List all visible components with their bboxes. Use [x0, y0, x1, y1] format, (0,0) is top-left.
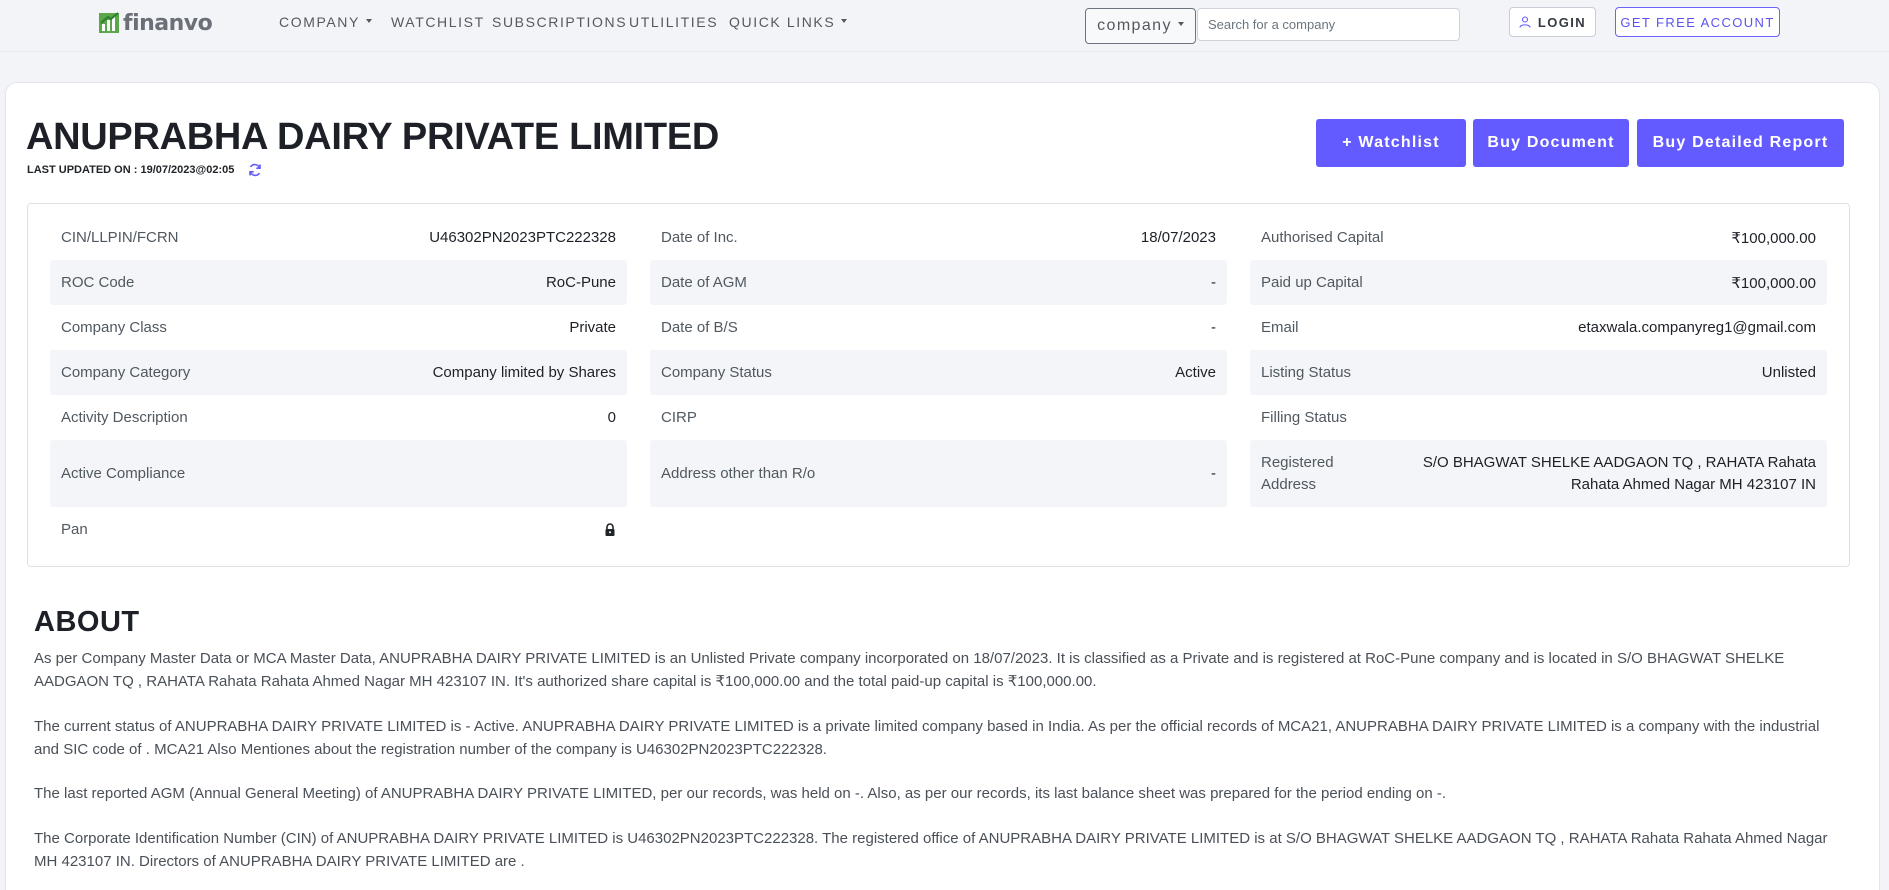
- detail-value: -: [1211, 465, 1216, 482]
- logo-chart-icon: [99, 12, 119, 33]
- logo-text: finanvo: [123, 10, 213, 36]
- detail-label: Company Category: [61, 364, 191, 381]
- detail-label: Activity Description: [61, 409, 188, 426]
- company-name-heading: ANUPRABHA DAIRY PRIVATE LIMITED: [26, 116, 720, 158]
- detail-value: 18/07/2023: [1140, 229, 1216, 246]
- caret-down-icon: [1177, 22, 1184, 26]
- detail-label: Company Status: [661, 364, 772, 381]
- detail-label: ROC Code: [61, 274, 135, 291]
- detail-label: Active Compliance: [61, 465, 186, 482]
- about-paragraph: The Corporate Identification Number (CIN…: [34, 830, 1828, 870]
- detail-label: Filling Status: [1261, 409, 1347, 426]
- detail-row-activity-description: Activity Description 0: [50, 395, 627, 440]
- detail-row-filling-status: Filling Status: [1250, 395, 1827, 440]
- detail-row-roc-code: ROC Code RoC-Pune: [50, 260, 627, 305]
- detail-value: ₹100,000.00: [1731, 229, 1816, 247]
- top-navbar: finanvo COMPANY WATCHLIST SUBSCRIPTIONS …: [0, 0, 1889, 52]
- detail-label: Email: [1261, 319, 1299, 336]
- about-heading: ABOUT: [34, 606, 140, 638]
- finanvo-logo[interactable]: finanvo: [99, 10, 213, 36]
- nav-quick-links[interactable]: QUICK LINKS: [729, 14, 848, 30]
- add-watchlist-button[interactable]: + Watchlist: [1316, 119, 1466, 167]
- search-type-select[interactable]: company: [1085, 8, 1196, 44]
- detail-value: Private: [569, 319, 616, 336]
- buy-document-button[interactable]: Buy Document: [1473, 119, 1629, 167]
- detail-row-listing-status: Listing Status Unlisted: [1250, 350, 1827, 395]
- detail-value: Unlisted: [1761, 364, 1816, 381]
- detail-label: CIRP: [661, 409, 697, 426]
- detail-value: Active: [1175, 364, 1216, 381]
- detail-row-paid-up-capital: Paid up Capital ₹100,000.00: [1250, 260, 1827, 305]
- last-updated: LAST UPDATED ON : 19/07/2023@02:05: [27, 163, 262, 177]
- detail-value: U46302PN2023PTC222328: [429, 229, 616, 246]
- refresh-icon[interactable]: [248, 163, 262, 177]
- detail-row-date-of-inc: Date of Inc. 18/07/2023: [650, 215, 1227, 260]
- detail-value: 0: [607, 409, 616, 426]
- detail-row-email: Email etaxwala.companyreg1@gmail.com: [1250, 305, 1827, 350]
- buy-detailed-report-button[interactable]: Buy Detailed Report: [1637, 119, 1844, 167]
- detail-value: RoC-Pune: [545, 274, 616, 291]
- nav-watchlist[interactable]: WATCHLIST: [391, 14, 485, 30]
- nav-quick-links-label: QUICK LINKS: [729, 14, 836, 30]
- nav-company[interactable]: COMPANY: [279, 14, 372, 30]
- detail-label: CIN/LLPIN/FCRN: [61, 229, 179, 246]
- search-type-value: company: [1097, 17, 1172, 34]
- get-free-account-button[interactable]: GET FREE ACCOUNT: [1615, 7, 1780, 37]
- nav-company-label: COMPANY: [279, 14, 360, 30]
- last-updated-text: LAST UPDATED ON : 19/07/2023@02:05: [27, 164, 235, 176]
- detail-value: etaxwala.companyreg1@gmail.com: [1578, 319, 1816, 336]
- detail-value: -: [1211, 319, 1216, 336]
- caret-down-icon: [841, 19, 848, 24]
- detail-label: Date of B/S: [661, 319, 738, 336]
- detail-row-company-status: Company Status Active: [650, 350, 1227, 395]
- detail-label: Date of AGM: [661, 274, 747, 291]
- detail-row-registered-address: Registered Address S/O BHAGWAT SHELKE AAD…: [1250, 440, 1827, 507]
- about-paragraph: The last reported AGM (Annual General Me…: [34, 785, 1447, 802]
- nav-subscriptions[interactable]: SUBSCRIPTIONS: [492, 14, 627, 30]
- detail-row-company-class: Company Class Private: [50, 305, 627, 350]
- about-paragraph: The current status of ANUPRABHA DAIRY PR…: [34, 718, 1820, 758]
- detail-row-cirp: CIRP: [650, 395, 1227, 440]
- detail-label: Paid up Capital: [1261, 274, 1363, 291]
- about-paragraph: As per Company Master Data or MCA Master…: [34, 650, 1785, 690]
- detail-row-company-category: Company Category Company limited by Share…: [50, 350, 627, 395]
- company-search-input[interactable]: [1197, 8, 1460, 41]
- detail-row-date-of-bs: Date of B/S -: [650, 305, 1227, 350]
- lock-icon[interactable]: [604, 523, 616, 536]
- login-label: LOGIN: [1537, 14, 1587, 30]
- detail-label: Date of Inc.: [661, 229, 738, 246]
- detail-row-active-compliance: Active Compliance: [50, 440, 627, 507]
- detail-value: S/O BHAGWAT SHELKE AADGAON TQ , RAHATA R…: [1422, 453, 1816, 493]
- detail-label: Company Class: [61, 319, 167, 336]
- detail-label: Authorised Capital: [1261, 229, 1384, 246]
- nav-utilities[interactable]: UTLILITIES: [629, 14, 718, 30]
- detail-value: Company limited by Shares: [432, 364, 616, 381]
- detail-label: Address other than R/o: [661, 465, 816, 482]
- login-button[interactable]: LOGIN: [1509, 7, 1596, 37]
- detail-row-date-of-agm: Date of AGM -: [650, 260, 1227, 305]
- detail-row-authorised-capital: Authorised Capital ₹100,000.00: [1250, 215, 1827, 260]
- detail-row-pan: Pan: [50, 507, 627, 552]
- detail-row-address-other: Address other than R/o -: [650, 440, 1227, 507]
- detail-label: Listing Status: [1261, 364, 1352, 381]
- user-icon: [1519, 16, 1531, 28]
- detail-label: Registered Address: [1261, 453, 1334, 493]
- detail-label: Pan: [61, 521, 88, 538]
- detail-value: ₹100,000.00: [1731, 274, 1816, 292]
- detail-row-cin: CIN/LLPIN/FCRN U46302PN2023PTC222328: [50, 215, 627, 260]
- caret-down-icon: [365, 19, 372, 24]
- detail-value: -: [1211, 274, 1216, 291]
